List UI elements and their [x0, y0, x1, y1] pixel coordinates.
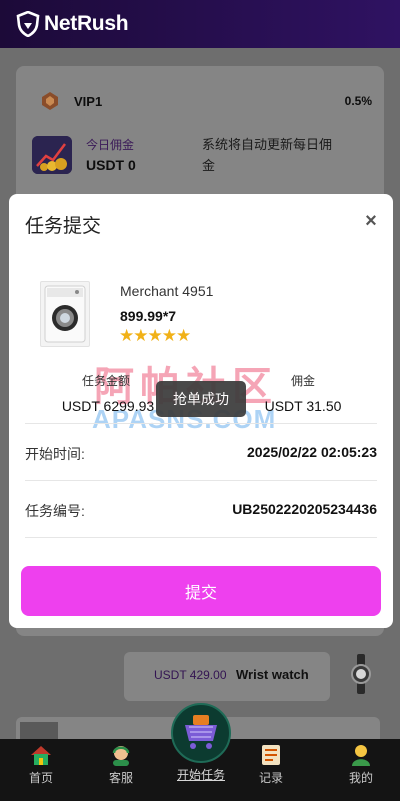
shield-logo-icon [16, 11, 40, 37]
support-icon [112, 746, 130, 766]
nav-profile[interactable]: 我的 [326, 739, 396, 801]
nav-home[interactable]: 首页 [6, 739, 76, 801]
brand-name: NetRush [44, 12, 129, 35]
vip-rate: 0.5% [344, 94, 372, 108]
commission-label: 今日佣金 [86, 138, 135, 152]
start-time-value: 2025/02/22 02:05:23 [247, 444, 377, 460]
close-icon[interactable]: × [360, 210, 382, 232]
nav-support-label: 客服 [108, 771, 133, 785]
top-bar: NetRush [0, 0, 400, 48]
submit-button[interactable]: 提交 [21, 566, 381, 616]
nav-start-task-label[interactable]: 开始任务 [161, 766, 241, 783]
modal-title: 任务提交 [25, 216, 102, 237]
order-amount: USDT 429.00 [154, 668, 227, 682]
vip-row: VIP1 0.5% [40, 90, 372, 112]
start-time-label: 开始时间: [25, 446, 85, 462]
divider [25, 423, 377, 424]
commission-amount-label: 佣金 [290, 374, 315, 388]
home-icon [31, 746, 51, 765]
merchant-name: Merchant 4951 [120, 283, 214, 299]
task-amount-label: 任务金额 [81, 374, 130, 388]
product-price: 899.99*7 [120, 308, 177, 324]
task-amount-value: USDT 6299.93 [61, 398, 155, 414]
divider [25, 480, 377, 481]
task-submit-modal: 任务提交 × Merchant 4951 899.99*7 ★★★★★ 阿帕社区… [9, 194, 393, 628]
task-number-value: UB2502220205234436 [232, 501, 377, 517]
success-toast: 抢单成功 [156, 381, 246, 417]
nav-records[interactable]: 记录 [236, 739, 306, 801]
start-task-button[interactable] [171, 703, 231, 763]
cart-icon [185, 715, 217, 749]
rating-stars-icon: ★★★★★ [119, 326, 191, 345]
nav-support[interactable]: 客服 [86, 739, 156, 801]
nav-home-label: 首页 [28, 771, 53, 785]
product-image [40, 281, 90, 347]
commission-value: USDT 0 [86, 157, 136, 173]
task-number-label: 任务编号: [25, 503, 85, 519]
order-name: Wrist watch [236, 667, 309, 682]
nav-profile-label: 我的 [348, 771, 373, 785]
commission-chart-icon [32, 136, 72, 174]
records-icon [262, 745, 280, 765]
wrist-watch-image [351, 654, 371, 694]
profile-icon [352, 745, 370, 766]
commission-amount-value: USDT 31.50 [264, 398, 342, 414]
commission-note: 系统将自动更新每日佣金 [202, 137, 333, 173]
vip-level: VIP1 [74, 93, 103, 109]
nav-records-label: 记录 [258, 771, 283, 785]
vip-badge-icon [42, 92, 58, 110]
divider [25, 537, 377, 538]
